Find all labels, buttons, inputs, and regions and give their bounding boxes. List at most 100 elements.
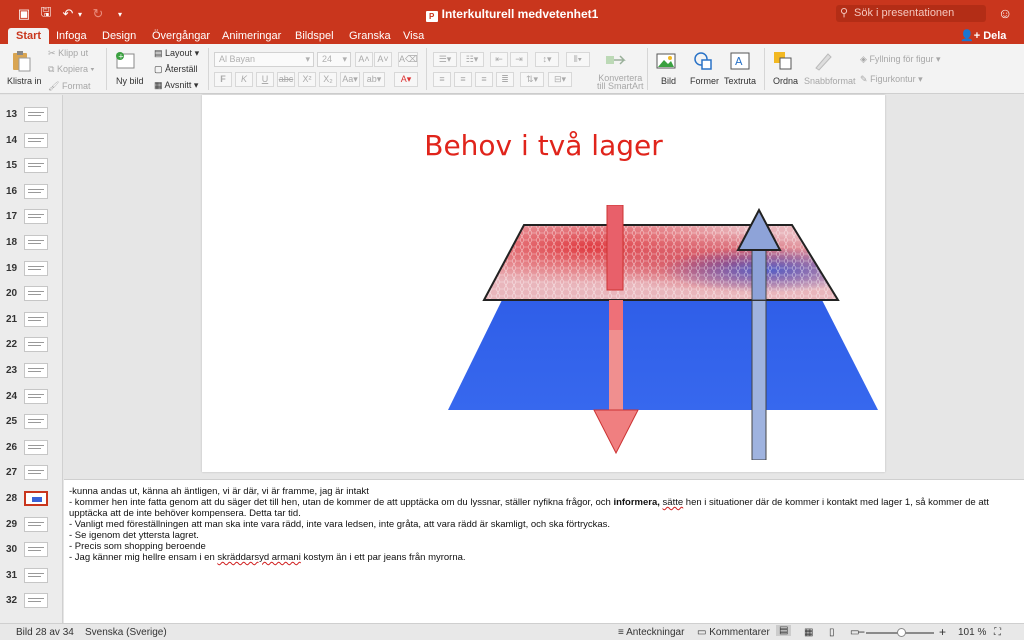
tab-granska[interactable]: Granska xyxy=(349,28,391,44)
slide-thumbnail-panel[interactable]: 13 14 15 16 17 18 19 20 21 22 23 24 25 26 27 28 29 30 31 32 xyxy=(0,95,63,623)
zoom-slider-handle[interactable] xyxy=(897,628,906,637)
slide-thumbnail[interactable] xyxy=(24,235,48,250)
slide-thumbnail-row[interactable]: 19 xyxy=(0,260,62,279)
slide-thumbnail-row[interactable]: 31 xyxy=(0,567,62,586)
section-button[interactable]: ▦ Avsnitt ▾ xyxy=(154,80,198,91)
bullets-button[interactable]: ☰▾ xyxy=(433,52,457,67)
align-right-button[interactable]: ≡ xyxy=(475,72,493,87)
quick-styles-icon[interactable] xyxy=(812,50,834,72)
underline-button[interactable]: U xyxy=(256,72,274,87)
slide-thumbnail[interactable] xyxy=(24,363,48,378)
zoom-out-button[interactable]: − xyxy=(858,625,865,639)
slide-thumbnail[interactable] xyxy=(24,567,48,583)
cut-button[interactable]: ✂ Klipp ut xyxy=(48,48,88,59)
slide-thumbnail-row[interactable]: 21 xyxy=(0,311,62,330)
slide-thumbnail-row[interactable]: 22 xyxy=(0,337,62,355)
normal-view-button[interactable]: ▤ xyxy=(776,625,792,636)
tab-animeringar[interactable]: Animeringar xyxy=(222,28,281,44)
font-name-select[interactable]: Al Bayan ▾ xyxy=(214,52,314,67)
slide-thumbnail-row[interactable]: 13 xyxy=(0,107,62,125)
notes-toggle-button[interactable]: ≡ Anteckningar xyxy=(618,627,684,638)
change-case-button[interactable]: Aa▾ xyxy=(340,72,360,87)
quick-styles-button[interactable]: Snabbformat xyxy=(804,76,856,86)
paste-icon[interactable] xyxy=(10,50,32,72)
line-spacing-button[interactable]: ↕▾ xyxy=(535,52,559,67)
new-slide-icon[interactable]: + xyxy=(114,50,136,72)
subscript-button[interactable]: X₂ xyxy=(319,72,337,87)
new-slide-button[interactable]: Ny bild xyxy=(116,76,144,86)
shape-fill-button[interactable]: ◈ Fyllning för figur ▾ xyxy=(860,54,941,65)
strikethrough-button[interactable]: abc xyxy=(277,72,295,87)
align-left-button[interactable]: ≡ xyxy=(433,72,451,87)
slide-thumbnail-row[interactable]: 23 xyxy=(0,363,62,381)
tab-start[interactable]: Start xyxy=(8,28,50,44)
tab-infoga[interactable]: Infoga xyxy=(56,28,87,44)
italic-button[interactable]: K xyxy=(235,72,253,87)
zoom-in-button[interactable]: + xyxy=(939,625,946,639)
tab-visa[interactable]: Visa xyxy=(403,28,424,44)
font-color-button[interactable]: A▾ xyxy=(394,72,418,87)
two-layer-diagram[interactable] xyxy=(442,205,882,460)
slide-thumbnail[interactable] xyxy=(24,183,48,199)
text-highlight-button[interactable]: ab▾ xyxy=(363,72,385,87)
slide-thumbnail-row[interactable]: 26 xyxy=(0,439,62,458)
text-direction-button[interactable]: ⇅▾ xyxy=(520,72,544,87)
shape-outline-button[interactable]: ✎ Figurkontur ▾ xyxy=(860,74,923,85)
copy-button[interactable]: ⧉ Kopiera ▾ xyxy=(48,64,94,75)
slide-thumbnail[interactable] xyxy=(24,311,48,327)
smartart-icon[interactable] xyxy=(604,50,626,72)
zoom-level[interactable]: 101 % xyxy=(958,627,986,638)
tab-bildspel[interactable]: Bildspel xyxy=(295,28,334,44)
slide-thumbnail-row[interactable]: 15 xyxy=(0,158,62,176)
slide-thumbnail[interactable] xyxy=(24,465,48,481)
format-painter-button[interactable]: 🖌 Format xyxy=(48,81,90,92)
slide-thumbnail[interactable] xyxy=(24,260,48,276)
clear-formatting-button[interactable]: A⌫ xyxy=(398,52,418,67)
layout-button[interactable]: ▤ Layout ▾ xyxy=(154,48,199,59)
feedback-smiley-icon[interactable]: ☺ xyxy=(998,5,1012,21)
search-input[interactable]: ⚲ Sök i presentationen xyxy=(836,5,986,22)
slide-thumbnail-row[interactable]: 20 xyxy=(0,286,62,304)
slide-thumbnail[interactable] xyxy=(24,593,48,609)
slide-thumbnail[interactable] xyxy=(24,516,48,532)
superscript-button[interactable]: X² xyxy=(298,72,316,87)
slide-thumbnail[interactable] xyxy=(24,491,48,506)
decrease-indent-button[interactable]: ⇤ xyxy=(490,52,508,67)
align-center-button[interactable]: ≡ xyxy=(454,72,472,87)
slide-thumbnail-row[interactable]: 24 xyxy=(0,388,62,407)
columns-button[interactable]: ⫴▾ xyxy=(566,52,590,67)
shapes-icon[interactable] xyxy=(692,50,714,72)
slide-thumbnail[interactable] xyxy=(24,542,48,558)
slide-thumbnail[interactable] xyxy=(24,414,48,430)
reading-view-button[interactable]: ▯ xyxy=(829,627,835,638)
slide-thumbnail-row[interactable]: 29 xyxy=(0,516,62,535)
slide-thumbnail-row[interactable]: 30 xyxy=(0,542,62,560)
share-button[interactable]: 👤+ Dela xyxy=(960,29,1006,42)
slide-thumbnail[interactable] xyxy=(24,337,48,353)
textbox-button[interactable]: Textruta xyxy=(724,76,756,86)
slide-thumbnail-row[interactable]: 18 xyxy=(0,235,62,253)
font-size-select[interactable]: 24 ▾ xyxy=(317,52,351,67)
justify-button[interactable]: ≣ xyxy=(496,72,514,87)
increase-indent-button[interactable]: ⇥ xyxy=(510,52,528,67)
slide-thumbnail-row[interactable]: 32 xyxy=(0,593,62,611)
slide-thumbnail[interactable] xyxy=(24,388,48,404)
slide-thumbnail-row[interactable]: 27 xyxy=(0,465,62,483)
comments-toggle-button[interactable]: ▭ Kommentarer xyxy=(697,627,770,638)
slide-thumbnail[interactable] xyxy=(24,132,48,148)
slide-thumbnail-row[interactable]: 16 xyxy=(0,183,62,202)
language-indicator[interactable]: Svenska (Sverige) xyxy=(85,627,167,638)
slide-thumbnail[interactable] xyxy=(24,286,48,302)
slide-thumbnail-row[interactable]: 17 xyxy=(0,209,62,227)
picture-icon[interactable] xyxy=(655,50,677,72)
grow-font-button[interactable]: A˄ xyxy=(355,52,373,67)
slide-thumbnail[interactable] xyxy=(24,209,48,225)
speaker-notes[interactable]: -kunna andas ut, känna ah äntligen, vi ä… xyxy=(64,479,1024,623)
current-slide[interactable]: Behov i två lager xyxy=(202,95,885,472)
slide-sorter-button[interactable]: ▦ xyxy=(804,627,813,638)
slide-thumbnail[interactable] xyxy=(24,158,48,174)
slide-thumbnail[interactable] xyxy=(24,439,48,455)
align-text-button[interactable]: ⊟▾ xyxy=(548,72,572,87)
picture-button[interactable]: Bild xyxy=(661,76,676,86)
slide-title[interactable]: Behov i två lager xyxy=(202,129,885,162)
